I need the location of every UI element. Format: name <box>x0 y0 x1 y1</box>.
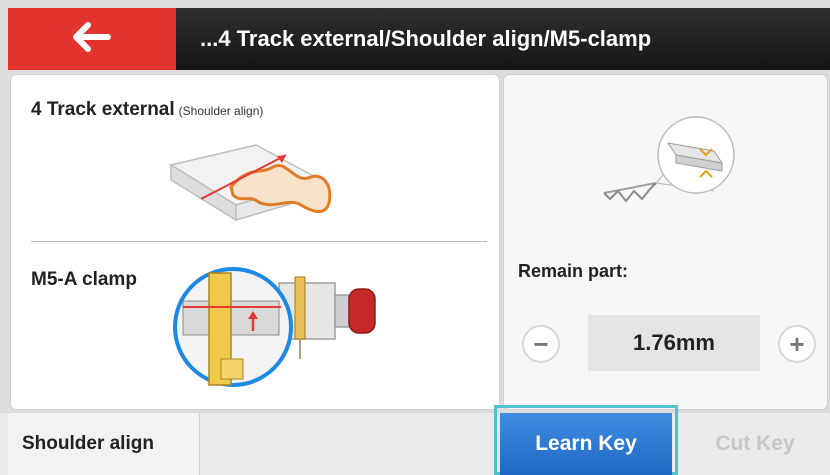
machine-screen: ...4 Track external/Shoulder align/M5-cl… <box>0 0 830 475</box>
section-divider <box>31 241 487 242</box>
back-button[interactable] <box>8 8 176 70</box>
remain-part-label: Remain part: <box>518 261 629 281</box>
shoulder-align-tab[interactable]: Shoulder align <box>8 413 200 475</box>
track-type-subtitle: (Shoulder align) <box>178 104 264 118</box>
decrease-button[interactable]: − <box>522 325 560 363</box>
remain-part-value-text: 1.76mm <box>633 330 715 355</box>
clamp-title: M5-A clamp <box>31 269 137 290</box>
key-illustration <box>161 125 341 230</box>
minus-icon: − <box>533 328 549 359</box>
remain-part-panel: Remain part: − 1.76mm + <box>503 74 828 410</box>
remain-part-value: 1.76mm <box>588 315 760 371</box>
remain-part-illustration <box>596 105 746 220</box>
cut-key-button[interactable]: Cut Key <box>680 413 830 475</box>
track-type-title: 4 Track external (Shoulder align) <box>31 99 263 121</box>
cut-settings-panel: 4 Track external (Shoulder align) M5-A cl… <box>10 74 500 410</box>
track-type-label: 4 Track external <box>31 99 175 120</box>
clamp-illustration <box>169 261 389 396</box>
page-title: ...4 Track external/Shoulder align/M5-cl… <box>176 8 830 70</box>
learn-key-button[interactable]: Learn Key <box>500 413 672 475</box>
shoulder-align-label: Shoulder align <box>22 433 154 454</box>
plus-icon: + <box>789 328 805 359</box>
header-bar: ...4 Track external/Shoulder align/M5-cl… <box>8 8 830 70</box>
arrow-left-icon <box>72 21 112 57</box>
increase-button[interactable]: + <box>778 325 816 363</box>
